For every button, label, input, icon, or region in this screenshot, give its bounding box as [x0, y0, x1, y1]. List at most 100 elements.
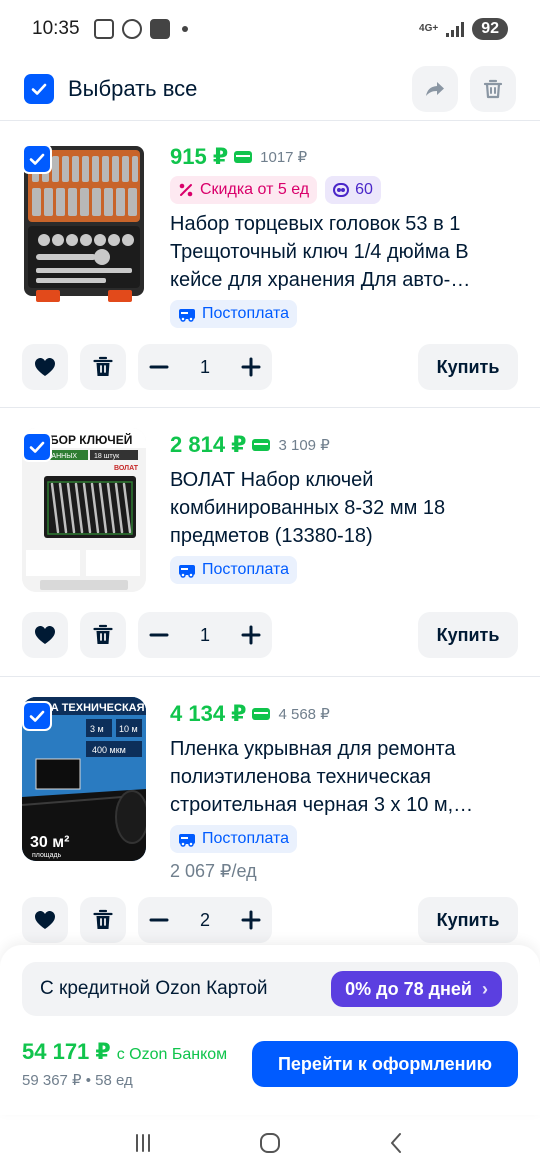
delete-item-button[interactable] — [80, 344, 126, 390]
postpay-badge: Постоплата — [170, 556, 298, 584]
unit-price: 2 067 ₽/ед — [170, 861, 257, 881]
signal-icon — [446, 21, 465, 37]
cart-header: Выбрать все — [0, 58, 540, 120]
quantity-stepper: 1 — [138, 612, 272, 658]
price-row: 915 ₽ 1017 ₽ — [170, 142, 520, 172]
credit-card-offer[interactable]: С кредитной Ozon Картой 0% до 78 дней › — [22, 962, 518, 1016]
item-title[interactable]: ВОЛАТ Набор ключей комбинированных 8-32 … — [170, 466, 520, 550]
select-all-label[interactable]: Выбрать все — [68, 76, 197, 102]
more-notifications-dot-icon — [181, 26, 188, 32]
select-all-checkbox[interactable] — [24, 74, 54, 104]
discount-badge-label: Скидка от 5 ед — [200, 181, 310, 198]
postpay-badge: Постоплата — [170, 300, 298, 328]
minus-icon[interactable] — [148, 624, 170, 646]
item-actions: 1 Купить — [22, 344, 518, 390]
favorite-button[interactable] — [22, 897, 68, 943]
item-price: 915 ₽ — [170, 144, 229, 169]
item-old-price: 4 568 ₽ — [278, 706, 330, 723]
plus-icon[interactable] — [240, 356, 262, 378]
credit-offer-badge[interactable]: 0% до 78 дней › — [331, 971, 502, 1007]
plus-icon[interactable] — [240, 624, 262, 646]
image-brand: ВОЛАТ — [114, 465, 139, 472]
truck-icon — [179, 834, 195, 847]
checkmark-icon — [29, 441, 45, 453]
item-price: 4 134 ₽ — [170, 701, 247, 726]
credit-offer-badge-label: 0% до 78 дней — [345, 978, 472, 999]
share-button[interactable] — [412, 66, 458, 112]
news-icon — [149, 19, 170, 39]
back-icon[interactable] — [384, 1130, 410, 1156]
postpay-label: Постоплата — [202, 305, 290, 322]
favorite-button[interactable] — [22, 612, 68, 658]
share-icon — [426, 82, 444, 96]
item-checkbox[interactable] — [22, 144, 52, 174]
status-bar: 10:35 4G+ 92 — [0, 0, 540, 58]
postpay-badge: Постоплата — [170, 825, 298, 853]
home-icon[interactable] — [257, 1130, 283, 1156]
app-notification-icon — [121, 19, 142, 39]
delete-selected-button[interactable] — [470, 66, 516, 112]
price-row: 4 134 ₽ 4 568 ₽ — [170, 699, 520, 729]
credit-offer-text: С кредитной Ozon Картой — [40, 978, 268, 999]
item-divider — [0, 407, 540, 408]
image-caption: КА ТЕХНИЧЕСКАЯ — [44, 702, 145, 714]
item-checkbox[interactable] — [22, 432, 52, 462]
checkmark-icon — [31, 83, 47, 95]
buy-button[interactable]: Купить — [418, 612, 518, 658]
points-badge-value: 60 — [355, 181, 373, 198]
item-price: 2 814 ₽ — [170, 432, 247, 457]
screenshot-icon — [93, 19, 114, 39]
status-system-icons: 4G+ 92 — [419, 18, 508, 40]
image-area: 30 м² — [30, 834, 69, 851]
total-summary: 59 367 ₽ • 58 ед — [22, 1072, 133, 1089]
item-divider — [0, 676, 540, 677]
trash-icon — [483, 79, 503, 99]
item-title[interactable]: Набор торцевых головок 53 в 1 Трещоточны… — [170, 210, 520, 294]
recent-apps-icon[interactable] — [130, 1130, 156, 1156]
item-actions: 2 Купить — [22, 897, 518, 943]
quantity-value[interactable]: 1 — [200, 625, 210, 646]
points-icon — [333, 183, 350, 197]
ozon-card-icon — [234, 151, 253, 163]
postpay-label: Постоплата — [202, 830, 290, 847]
item-old-price: 1017 ₽ — [260, 149, 308, 166]
truck-icon — [179, 309, 195, 322]
checkout-button[interactable]: Перейти к оформлению — [252, 1041, 518, 1087]
item-info: 4 134 ₽ 4 568 ₽ Пленка укрывная для ремо… — [170, 699, 520, 882]
total-price: 54 171 ₽ — [22, 1039, 111, 1064]
delete-item-button[interactable] — [80, 897, 126, 943]
heart-icon — [35, 911, 55, 929]
minus-icon[interactable] — [148, 909, 170, 931]
checkmark-icon — [29, 710, 45, 722]
heart-icon — [35, 358, 55, 376]
quantity-value[interactable]: 1 — [200, 357, 210, 378]
ozon-card-icon — [252, 439, 271, 451]
order-total: 54 171 ₽ с Ozon Банком 59 367 ₽ • 58 ед — [22, 1039, 227, 1089]
checkmark-icon — [29, 153, 45, 165]
item-title[interactable]: Пленка укрывная для ремонта полиэтиленов… — [170, 735, 520, 819]
chevron-right-icon: › — [482, 978, 488, 999]
total-price-note: с Ozon Банком — [116, 1046, 228, 1063]
favorite-button[interactable] — [22, 344, 68, 390]
discount-badge[interactable]: Скидка от 5 ед — [170, 176, 318, 204]
plus-icon[interactable] — [240, 909, 262, 931]
image-caption: БОР КЛЮЧЕЙ — [50, 432, 132, 447]
buy-button[interactable]: Купить — [418, 344, 518, 390]
buy-button[interactable]: Купить — [418, 897, 518, 943]
checkout-panel: С кредитной Ozon Картой 0% до 78 дней › … — [0, 945, 540, 1115]
item-info: 915 ₽ 1017 ₽ Скидка от 5 ед 60 Набор тор… — [170, 142, 520, 328]
points-badge[interactable]: 60 — [325, 176, 381, 204]
price-row: 2 814 ₽ 3 109 ₽ — [170, 430, 520, 460]
quantity-stepper: 2 — [138, 897, 272, 943]
delete-item-button[interactable] — [80, 612, 126, 658]
item-checkbox[interactable] — [22, 701, 52, 731]
image-caption-count: 18 штук — [94, 453, 120, 460]
trash-icon — [93, 909, 113, 929]
status-time: 10:35 — [32, 18, 80, 39]
trash-icon — [93, 356, 113, 376]
battery-level: 92 — [472, 18, 508, 40]
quantity-stepper: 1 — [138, 344, 272, 390]
item-actions: 1 Купить — [22, 612, 518, 658]
quantity-value[interactable]: 2 — [200, 910, 210, 931]
minus-icon[interactable] — [148, 356, 170, 378]
